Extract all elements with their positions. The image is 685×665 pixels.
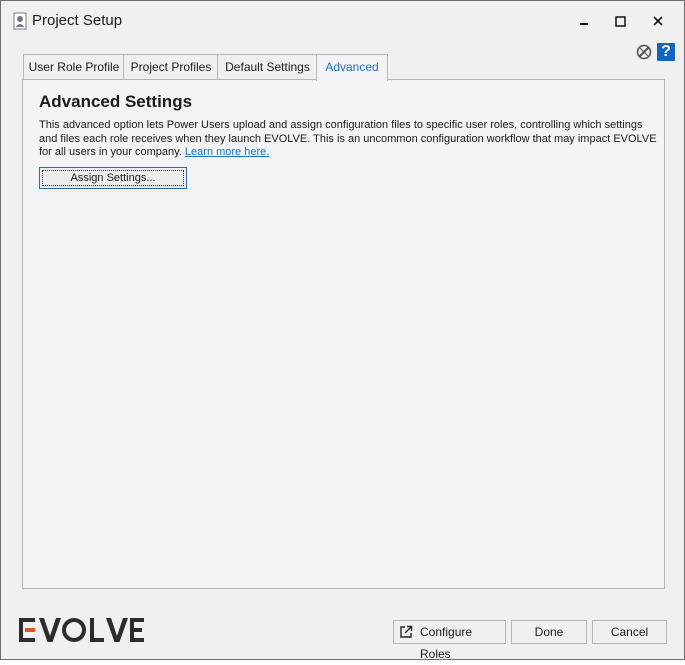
close-button[interactable] [646, 9, 670, 33]
section-heading: Advanced Settings [39, 92, 193, 111]
description-text: This advanced option lets Power Users up… [39, 119, 659, 160]
description-body: This advanced option lets Power Users up… [39, 119, 657, 158]
project-setup-window: Project Setup ? User Role Profile Projec… [0, 0, 685, 661]
title-bar: Project Setup [1, 1, 684, 41]
window-title: Project Setup [32, 12, 123, 29]
minimize-icon [580, 23, 588, 25]
evolve-logo-mark [19, 618, 144, 642]
configure-roles-label: Configure Roles [420, 625, 473, 661]
tab-project-profiles[interactable]: Project Profiles [123, 54, 219, 80]
maximize-icon [615, 16, 626, 27]
evolve-logo [19, 616, 145, 650]
done-button[interactable]: Done [511, 620, 587, 644]
external-link-icon [400, 625, 413, 638]
tab-default-settings[interactable]: Default Settings [217, 54, 318, 80]
learn-more-link[interactable]: Learn more here. [185, 146, 269, 158]
minimize-button[interactable] [573, 9, 597, 33]
close-icon [653, 16, 663, 26]
maximize-button[interactable] [608, 9, 632, 33]
tab-user-role-profile[interactable]: User Role Profile [23, 54, 125, 80]
cancel-button[interactable]: Cancel [592, 620, 667, 644]
help-icon[interactable]: ? [657, 43, 675, 61]
wrench-gear-icon[interactable] [635, 43, 653, 61]
configure-roles-button[interactable]: Configure Roles [393, 620, 506, 661]
focus-ring [42, 170, 184, 186]
user-profile-icon [13, 12, 27, 30]
tab-advanced[interactable]: Advanced [316, 54, 388, 81]
advanced-settings-panel: Advanced Settings This advanced option l… [22, 79, 665, 589]
assign-settings-button[interactable]: Assign Settings... [39, 167, 187, 189]
